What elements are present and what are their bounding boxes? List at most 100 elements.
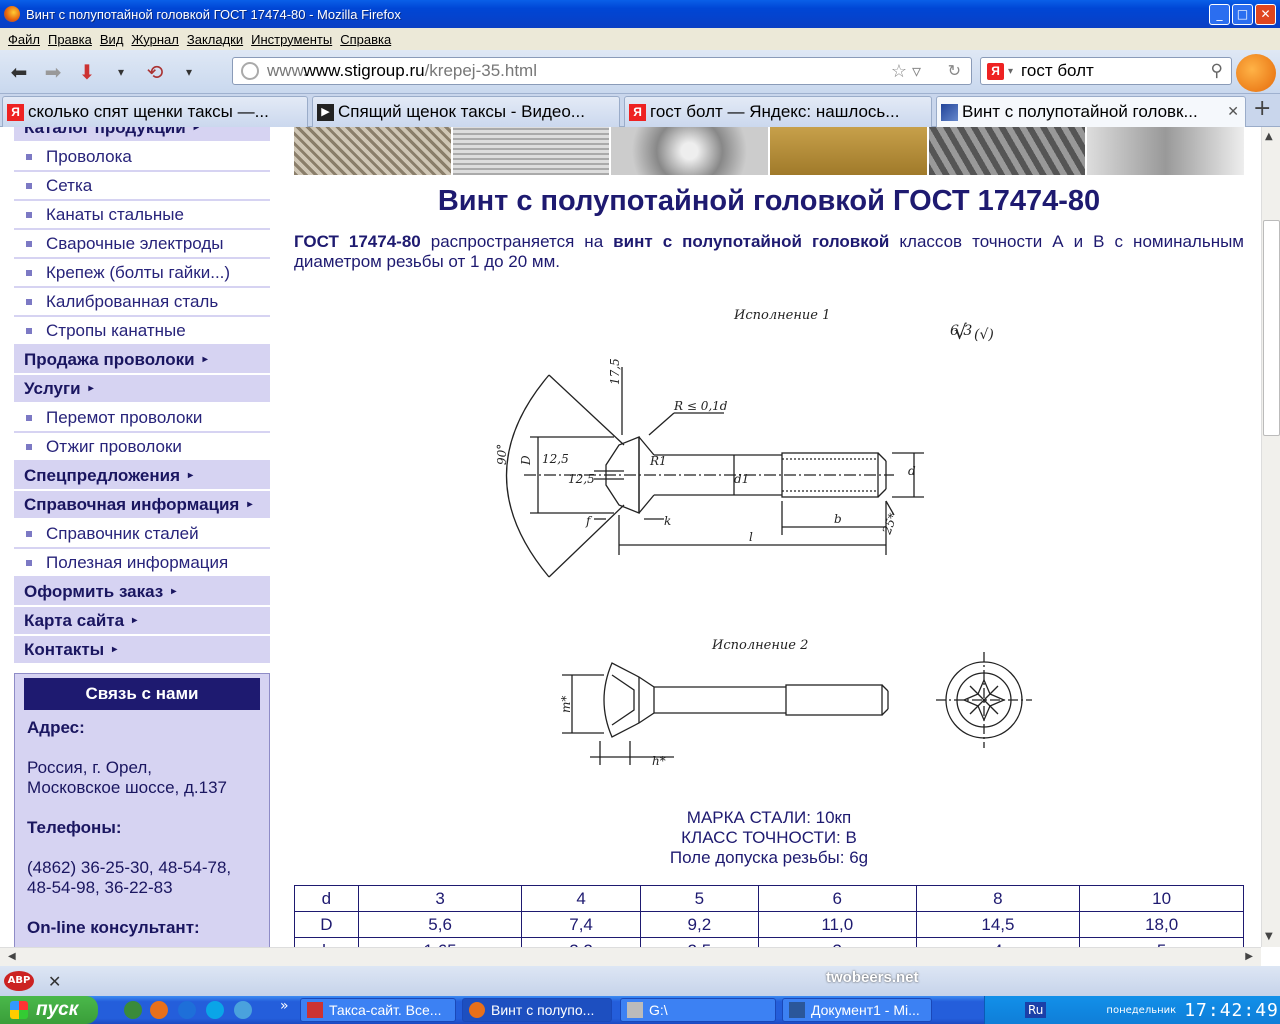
quicklaunch-icon[interactable]: [124, 1001, 142, 1019]
search-input[interactable]: гост болт: [1021, 61, 1094, 81]
menu-history[interactable]: Журнал: [131, 32, 178, 47]
svg-text:h*: h*: [652, 754, 666, 768]
address-bar[interactable]: www. www.stigroup.ru/krepej-35.html ☆ ▿ ↻: [232, 57, 972, 85]
task-word[interactable]: Документ1 - Mi...: [782, 998, 932, 1022]
sidebar-item[interactable]: Сетка: [14, 172, 270, 201]
steel-photo: [1087, 127, 1245, 175]
tab-3[interactable]: Я гост болт — Яндекс: нашлось...: [624, 96, 932, 127]
dropdown-icon[interactable]: ▾: [106, 57, 136, 87]
media-icon[interactable]: [234, 1001, 252, 1019]
menu-bookmarks[interactable]: Закладки: [187, 32, 243, 47]
svg-text:17,5: 17,5: [608, 358, 622, 385]
menu-help[interactable]: Справка: [340, 32, 391, 47]
sidebar-heading-label: Спецпредложения: [24, 465, 181, 485]
sidebar-heading[interactable]: Справочная информация ▸: [14, 491, 270, 520]
sidebar-heading[interactable]: Оформить заказ ▸: [14, 578, 270, 607]
forward-button[interactable]: ➡: [38, 57, 68, 87]
minimize-button[interactable]: _: [1209, 4, 1230, 25]
sidebar-item[interactable]: Крепеж (болты гайки...): [14, 259, 270, 288]
sidebar-item[interactable]: Полезная информация: [14, 549, 270, 578]
history-icon[interactable]: ⟲: [140, 57, 170, 87]
svg-text:l: l: [749, 530, 753, 544]
scroll-thumb[interactable]: [1263, 220, 1280, 436]
start-button[interactable]: пуск: [0, 996, 98, 1024]
sidebar-item[interactable]: Сварочные электроды: [14, 230, 270, 259]
tab-4-active[interactable]: Винт с полупотайной головк... ✕: [936, 96, 1246, 127]
sidebar-heading[interactable]: Продажа проволоки ▸: [14, 346, 270, 375]
sidebar-item[interactable]: Проволока: [14, 143, 270, 172]
search-box[interactable]: Я ▾ гост болт ⚲: [980, 57, 1232, 85]
firefox-icon: [469, 1002, 485, 1018]
phones-label: Телефоны:: [27, 818, 122, 837]
electrodes-photo: [770, 127, 927, 175]
scroll-up-icon[interactable]: ▲: [1265, 131, 1273, 142]
screw-drawing: Исполнение 1 Исполнение 2 6,3 (√) √ 90° …: [495, 308, 1032, 768]
back-button[interactable]: ⬅: [4, 57, 34, 87]
address-label: Адрес:: [27, 718, 85, 737]
language-indicator[interactable]: Ru: [1025, 1002, 1047, 1018]
url-prefix: www.: [267, 61, 308, 80]
intro-paragraph: ГОСТ 17474-80 распространяется на винт с…: [294, 232, 1244, 272]
sidebar-heading-label: Оформить заказ: [24, 581, 164, 601]
menu-view[interactable]: Вид: [100, 32, 124, 47]
scroll-left-icon[interactable]: ◀: [8, 951, 16, 962]
new-tab-button[interactable]: +: [1253, 96, 1271, 121]
dropdown-icon[interactable]: ▾: [1008, 66, 1013, 77]
task-firefox[interactable]: Винт с полупо...: [462, 998, 612, 1022]
task-taksa[interactable]: Такса-сайт. Все...: [300, 998, 456, 1022]
star-icon[interactable]: ☆ ▿: [891, 61, 921, 82]
svg-text:25*: 25*: [879, 511, 900, 537]
vertical-scrollbar[interactable]: ▲ ▼: [1261, 127, 1280, 947]
sidebar-item[interactable]: Отжиг проволоки: [14, 433, 270, 462]
sidebar-item[interactable]: Справочник сталей: [14, 520, 270, 549]
horizontal-scrollbar[interactable]: ◀ ▶: [0, 947, 1261, 966]
video-icon: ▶: [317, 103, 334, 121]
sidebar-heading[interactable]: Услуги ▸: [14, 375, 270, 404]
skype-icon[interactable]: [206, 1001, 224, 1019]
persona-fox-icon: [1236, 54, 1276, 92]
menu-edit[interactable]: Правка: [48, 32, 92, 47]
sidebar-item[interactable]: Канаты стальные: [14, 201, 270, 230]
ie-icon[interactable]: [178, 1001, 196, 1019]
arrow-right-icon: ▸: [202, 354, 208, 365]
sidebar-item-label: Сетка: [46, 175, 93, 195]
tab-1[interactable]: Я сколько спят щенки таксы —...: [2, 96, 308, 127]
navigation-toolbar: ⬅ ➡ ⬇ ▾ ⟲ ▾ www. www.stigroup.ru/krepej-3…: [0, 50, 1280, 94]
sidebar-heading[interactable]: Каталог продукции ▸: [14, 127, 270, 143]
sidebar-item[interactable]: Перемот проволоки: [14, 404, 270, 433]
maximize-button[interactable]: □: [1232, 4, 1253, 25]
search-icon[interactable]: ⚲: [1211, 61, 1223, 81]
bookmark-icon[interactable]: ⬇: [72, 57, 102, 87]
tab-2[interactable]: ▶ Спящий щенок таксы - Видео...: [312, 96, 620, 127]
bullet-icon: [26, 443, 32, 450]
svg-text:b: b: [834, 512, 842, 526]
table-cell: 1,65: [357, 937, 523, 947]
pdf-icon: [307, 1002, 323, 1018]
menu-file[interactable]: Файл: [8, 32, 40, 47]
bullet-icon: [26, 211, 32, 218]
sidebar-item[interactable]: Калиброванная сталь: [14, 288, 270, 317]
windows-logo-icon: [10, 1001, 28, 1019]
dropdown-icon[interactable]: ▾: [174, 57, 204, 87]
adblock-icon[interactable]: ABP: [4, 971, 34, 991]
task-drive[interactable]: G:\: [620, 998, 776, 1022]
sidebar-heading[interactable]: Карта сайта ▸: [14, 607, 270, 636]
close-icon[interactable]: ✕: [48, 972, 61, 991]
drive-icon: [627, 1002, 643, 1018]
tray-clock[interactable]: 17:42:49: [1184, 1000, 1279, 1021]
table-cell: 7,4: [521, 911, 641, 938]
firefox-icon[interactable]: [150, 1001, 168, 1019]
bullet-icon: [26, 298, 32, 305]
sidebar-heading[interactable]: Контакты ▸: [14, 636, 270, 665]
close-tab-icon[interactable]: ✕: [1227, 103, 1239, 120]
reload-icon[interactable]: ↻: [948, 61, 961, 81]
menu-tools[interactable]: Инструменты: [251, 32, 332, 47]
more-icon[interactable]: »: [280, 998, 289, 1014]
sidebar-item-label: Справочник сталей: [46, 523, 199, 543]
sidebar-item[interactable]: Стропы канатные: [14, 317, 270, 346]
sidebar-heading-label: Справочная информация: [24, 494, 240, 514]
sidebar-heading[interactable]: Спецпредложения ▸: [14, 462, 270, 491]
close-button[interactable]: ✕: [1255, 4, 1276, 25]
scroll-down-icon[interactable]: ▼: [1265, 931, 1273, 942]
scroll-right-icon[interactable]: ▶: [1245, 951, 1253, 962]
